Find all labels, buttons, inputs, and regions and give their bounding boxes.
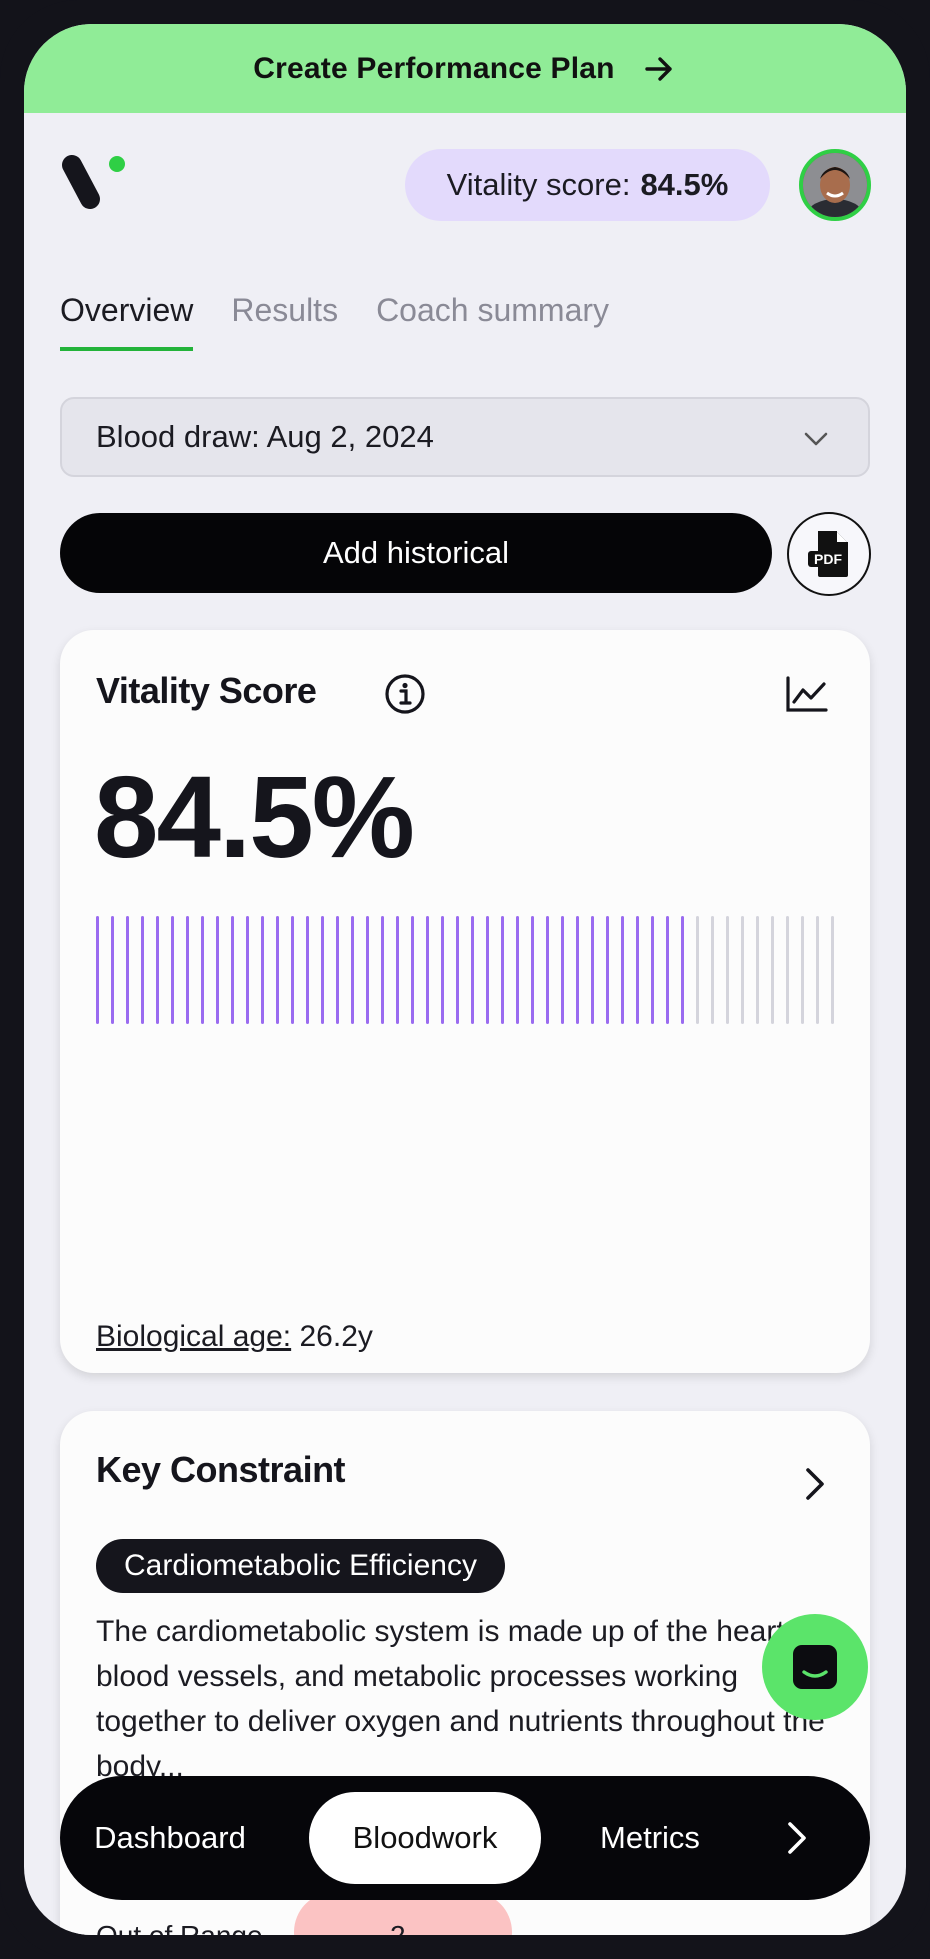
score-bar-filled — [501, 916, 504, 1024]
blood-draw-select[interactable]: Blood draw: Aug 2, 2024 — [60, 397, 870, 477]
score-bar-filled — [576, 916, 579, 1024]
chevron-right-icon[interactable] — [800, 1466, 830, 1502]
score-bar-filled — [636, 916, 639, 1024]
tab-coach-summary[interactable]: Coach summary — [376, 292, 609, 351]
nav-metrics[interactable]: Metrics — [565, 1776, 735, 1900]
score-bar-filled — [276, 916, 279, 1024]
score-bar-filled — [426, 916, 429, 1024]
vitality-pill-value: 84.5% — [640, 167, 729, 202]
score-bar-filled — [546, 916, 549, 1024]
constraint-description: The cardiometabolic system is made up of… — [96, 1615, 825, 1783]
score-bar-filled — [516, 916, 519, 1024]
score-bar-filled — [351, 916, 354, 1024]
score-bar-empty — [711, 916, 714, 1024]
user-avatar[interactable] — [799, 149, 871, 221]
vitality-pill-label: Vitality score: — [446, 167, 631, 202]
arrow-right-icon — [645, 56, 672, 81]
score-bar-filled — [231, 916, 234, 1024]
score-bar-filled — [411, 916, 414, 1024]
score-bar-filled — [651, 916, 654, 1024]
score-bar-filled — [156, 916, 159, 1024]
score-bar-empty — [726, 916, 729, 1024]
score-bar-filled — [486, 916, 489, 1024]
constraint-chip: Cardiometabolic Efficiency — [96, 1539, 505, 1593]
score-bar-filled — [621, 916, 624, 1024]
svg-text:PDF: PDF — [814, 551, 842, 567]
score-bar-filled — [531, 916, 534, 1024]
tab-bar: Overview Results Coach summary — [60, 292, 609, 351]
blood-draw-value: Blood draw: Aug 2, 2024 — [96, 419, 434, 454]
info-icon[interactable] — [383, 672, 427, 716]
score-bar-filled — [111, 916, 114, 1024]
score-bar-filled — [606, 916, 609, 1024]
score-bar-filled — [291, 916, 294, 1024]
out-of-range-count: 2 — [390, 1920, 406, 1935]
score-bar-filled — [471, 916, 474, 1024]
chat-button[interactable] — [762, 1614, 868, 1720]
score-bar-empty — [786, 916, 789, 1024]
chevron-down-icon — [804, 432, 828, 446]
score-bar-filled — [441, 916, 444, 1024]
score-bar-filled — [201, 916, 204, 1024]
chevron-right-icon[interactable] — [782, 1820, 812, 1856]
add-historical-button[interactable]: Add historical — [60, 513, 772, 593]
brand-logo[interactable] — [58, 149, 138, 221]
vitality-score-pill[interactable]: Vitality score: 84.5% — [405, 149, 770, 221]
score-bar-filled — [306, 916, 309, 1024]
chat-icon — [793, 1645, 837, 1689]
trend-chart-icon[interactable] — [784, 674, 828, 714]
vitality-score-bars — [96, 916, 834, 1024]
score-bar-filled — [261, 916, 264, 1024]
score-bar-filled — [366, 916, 369, 1024]
nav-dashboard[interactable]: Dashboard — [80, 1776, 260, 1900]
pdf-download-button[interactable]: PDF — [787, 512, 871, 596]
score-bar-filled — [336, 916, 339, 1024]
nav-bloodwork[interactable]: Bloodwork — [309, 1792, 541, 1884]
score-bar-filled — [381, 916, 384, 1024]
score-bar-empty — [831, 916, 834, 1024]
vitality-card-title: Vitality Score — [96, 670, 317, 711]
score-bar-filled — [681, 916, 684, 1024]
tab-overview[interactable]: Overview — [60, 292, 194, 351]
score-bar-filled — [171, 916, 174, 1024]
score-bar-filled — [246, 916, 249, 1024]
score-bar-empty — [741, 916, 744, 1024]
score-bar-filled — [396, 916, 399, 1024]
bottom-nav: Dashboard Bloodwork Metrics — [60, 1776, 870, 1900]
score-bar-empty — [816, 916, 819, 1024]
score-bar-filled — [561, 916, 564, 1024]
score-bar-filled — [126, 916, 129, 1024]
out-of-range-label: Out of Range — [96, 1920, 263, 1935]
score-bar-filled — [591, 916, 594, 1024]
biological-age-label[interactable]: Biological age: — [96, 1320, 291, 1353]
biological-age-value: 26.2y — [299, 1320, 373, 1353]
score-bar-filled — [141, 916, 144, 1024]
vitality-score-value: 84.5% — [94, 752, 415, 882]
score-bar-filled — [666, 916, 669, 1024]
tab-results[interactable]: Results — [231, 292, 338, 351]
score-bar-filled — [456, 916, 459, 1024]
score-bar-empty — [771, 916, 774, 1024]
app-screen: Create Performance Plan Vitality score: … — [24, 24, 906, 1935]
score-bar-empty — [801, 916, 804, 1024]
device-frame: Create Performance Plan Vitality score: … — [0, 0, 930, 1959]
vitality-score-card: Vitality Score 84.5% Biological age: 26.… — [60, 630, 870, 1373]
score-bar-empty — [696, 916, 699, 1024]
score-bar-empty — [756, 916, 759, 1024]
biological-age: Biological age: 26.2y — [96, 1320, 373, 1354]
avatar-image — [803, 153, 867, 217]
key-constraint-title: Key Constraint — [96, 1449, 346, 1490]
create-plan-banner[interactable]: Create Performance Plan — [24, 24, 906, 113]
score-bar-filled — [186, 916, 189, 1024]
score-bar-filled — [216, 916, 219, 1024]
score-bar-filled — [96, 916, 99, 1024]
banner-label: Create Performance Plan — [253, 51, 615, 85]
score-bar-filled — [321, 916, 324, 1024]
pdf-icon: PDF — [808, 531, 848, 577]
